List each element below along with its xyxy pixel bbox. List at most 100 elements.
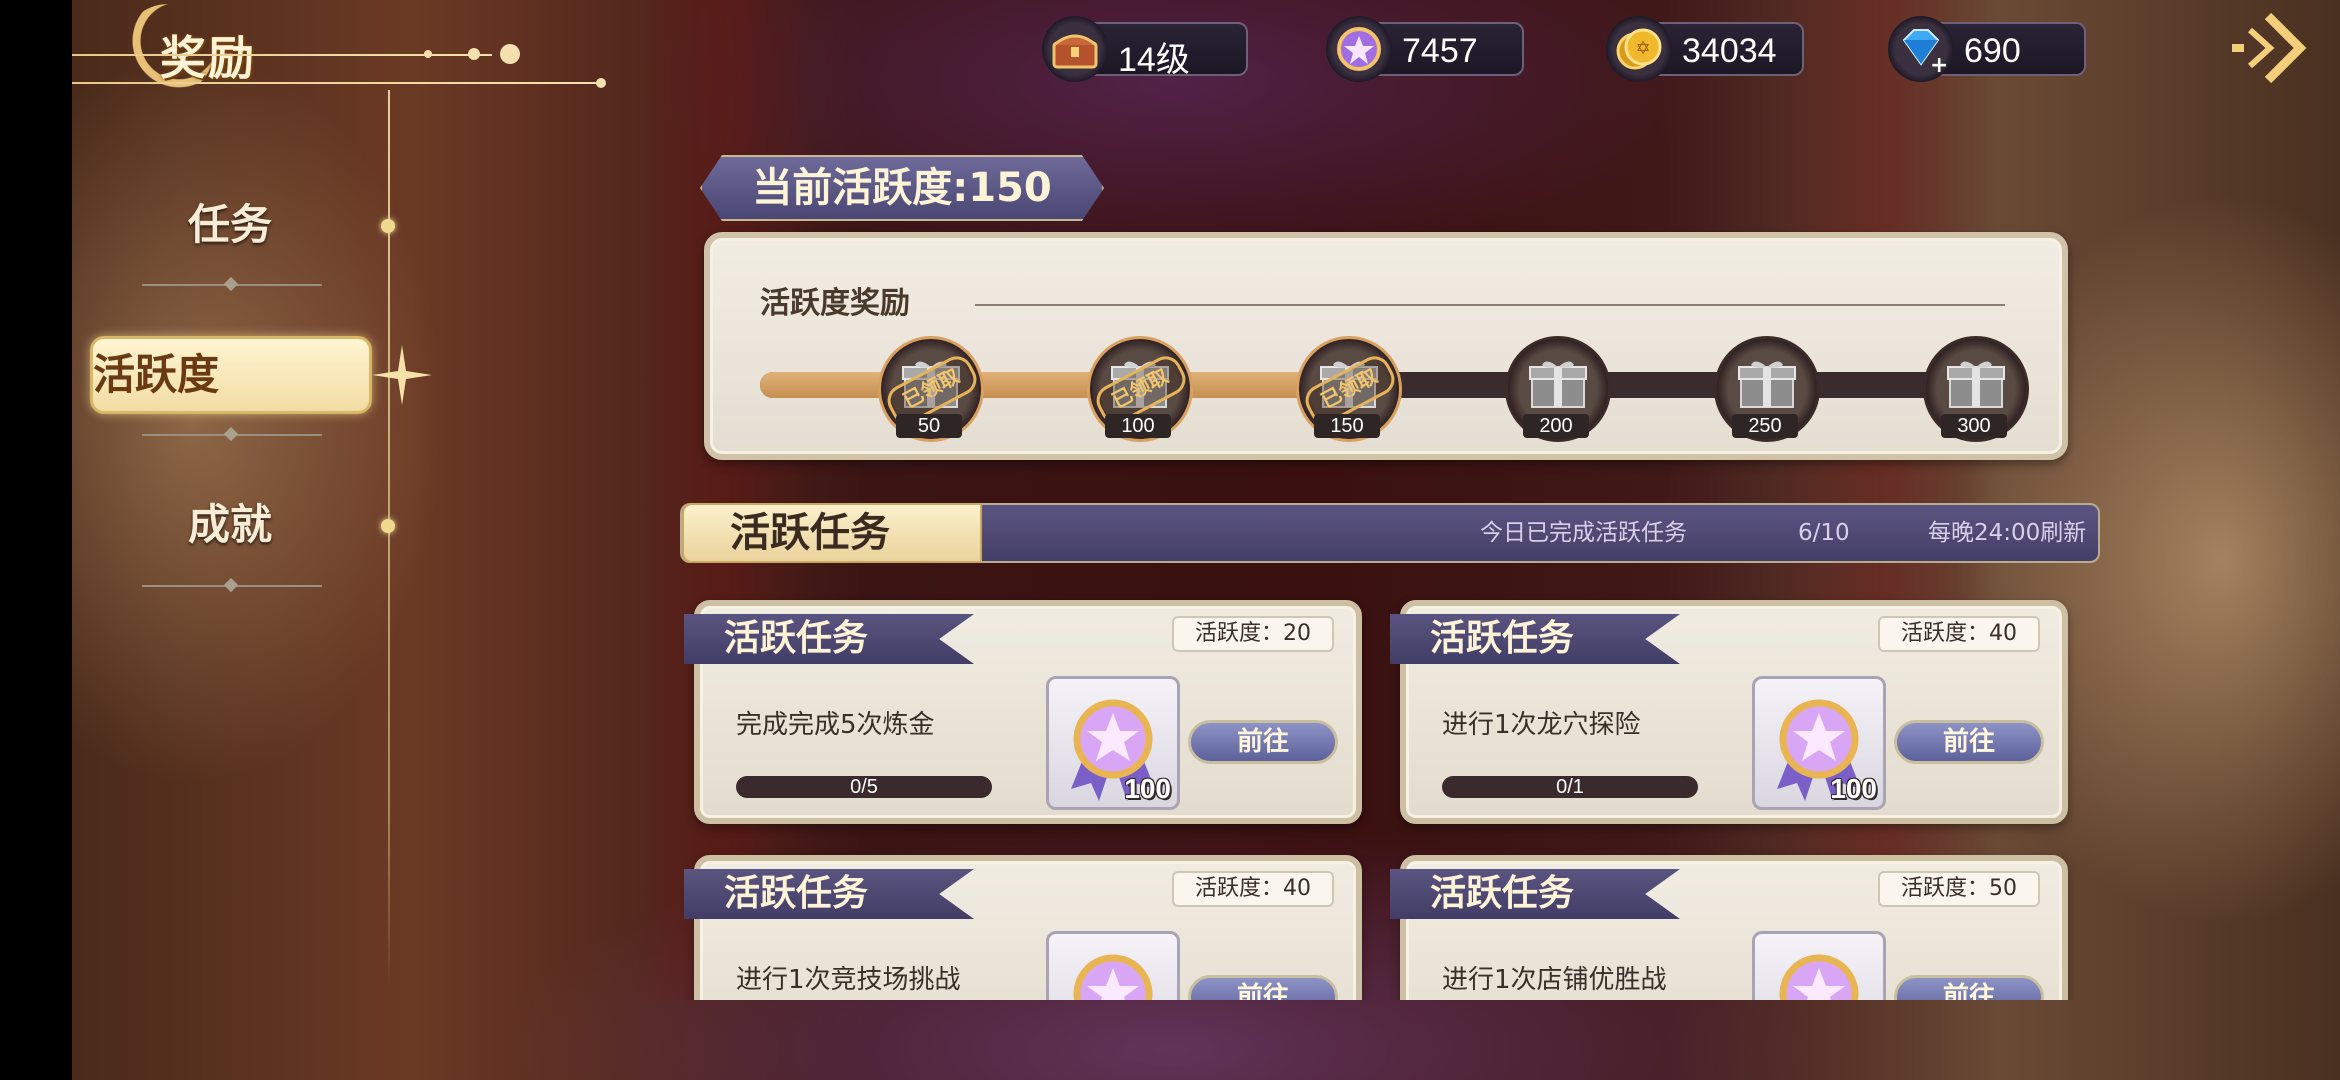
- activity-milestone[interactable]: 已领取 100: [1087, 336, 1193, 442]
- task-description: 完成完成5次炼金: [736, 710, 935, 740]
- milestone-value: 250: [1732, 414, 1798, 438]
- tab-tasks-label: 任务: [187, 200, 272, 249]
- tab-tasks[interactable]: 任务: [90, 190, 370, 260]
- double-chevron-right-icon[interactable]: [2230, 8, 2320, 88]
- activity-milestone[interactable]: 已领取 50: [878, 336, 984, 442]
- medal-currency-display: 7457: [1326, 16, 1524, 82]
- nav-separator-diamond: [223, 426, 239, 442]
- current-activity-label: 当前活跃度:150: [752, 165, 1052, 211]
- task-card-ribbon-label: 活跃任务: [1430, 873, 1575, 914]
- tab-achievements[interactable]: 成就: [90, 490, 370, 560]
- purple-star-medal-icon: [1073, 954, 1153, 1000]
- task-card: 活跃任务 活跃度：40 进行1次龙穴探险 0/1 100 前往: [1390, 600, 2068, 824]
- gold-coin-display: ✡ 34034: [1606, 16, 1804, 82]
- task-points-badge: 活跃度：50: [1878, 871, 2040, 907]
- level-value: 14级: [1118, 41, 1190, 79]
- purple-star-medal-icon: [1326, 16, 1392, 82]
- task-section-tab: 活跃任务: [682, 503, 982, 563]
- activity-milestone[interactable]: 已领取 150: [1296, 336, 1402, 442]
- task-card-ribbon: 活跃任务: [1390, 869, 1680, 919]
- task-reward-slot[interactable]: [1046, 931, 1180, 1000]
- deco-dot: [500, 44, 520, 64]
- task-reward-slot[interactable]: [1752, 931, 1886, 1000]
- gift-box-icon: [1947, 361, 2005, 408]
- diamond-value: 690: [1964, 32, 2021, 70]
- svg-text:+: +: [1930, 53, 1946, 74]
- purple-star-medal-icon: [1779, 954, 1859, 1000]
- medal-currency-value: 7457: [1402, 32, 1478, 70]
- game-screen: 奖励 14级 7457 ✡ 34034 + 690 任务 活跃度 成就 当前活跃…: [72, 0, 2340, 1080]
- milestone-value: 100: [1105, 414, 1171, 438]
- task-reward-slot[interactable]: 100: [1752, 676, 1886, 810]
- tab-activity-label: 活跃度: [93, 350, 220, 399]
- task-card: 活跃任务 活跃度：20 完成完成5次炼金 0/5 100 前往: [684, 600, 1362, 824]
- task-progress-bar: 0/1: [1442, 776, 1698, 798]
- deco-dot: [424, 50, 432, 58]
- task-points-badge: 活跃度：40: [1878, 616, 2040, 652]
- task-section-title: 活跃任务: [730, 510, 890, 556]
- deco-dot: [596, 78, 606, 88]
- activity-milestone[interactable]: 300: [1923, 336, 2029, 442]
- task-reward-slot[interactable]: 100: [1046, 676, 1180, 810]
- task-card-ribbon-label: 活跃任务: [724, 618, 869, 659]
- title-divider: [72, 82, 602, 84]
- curtain-decoration-left: [632, 0, 812, 1000]
- blue-diamond-icon: +: [1888, 16, 1954, 82]
- tab-activity[interactable]: 活跃度: [90, 336, 372, 414]
- gift-box-icon: [1529, 361, 1587, 408]
- sparkle-icon: [372, 345, 432, 405]
- gold-coin-icon: ✡: [1606, 16, 1672, 82]
- task-card-ribbon-label: 活跃任务: [724, 873, 869, 914]
- current-activity-banner: 当前活跃度:150: [700, 155, 1104, 221]
- nav-separator-diamond: [223, 276, 239, 292]
- gift-box-icon: [1738, 361, 1796, 408]
- activity-progress-fill: [760, 372, 1380, 398]
- completed-tasks-count: 6/10: [1798, 520, 1850, 546]
- activity-reward-panel: 活跃度奖励 已领取 50 已领取 100 已领取 150 200 250 300: [704, 232, 2068, 460]
- task-progress-bar: 0/5: [736, 776, 992, 798]
- task-reward-count: 100: [1830, 773, 1877, 804]
- gold-coin-value: 34034: [1682, 32, 1777, 70]
- milestone-value: 50: [896, 414, 962, 438]
- task-description: 进行1次店铺优胜战: [1442, 965, 1667, 995]
- nav-separator-diamond: [223, 577, 239, 593]
- milestone-value: 300: [1941, 414, 2007, 438]
- go-button[interactable]: 前往: [1894, 975, 2044, 1000]
- task-section-header: 活跃任务 今日已完成活跃任务 6/10 每晚24:00刷新: [680, 503, 2100, 563]
- task-card: 活跃任务 活跃度：40 进行1次竞技场挑战 前往: [684, 855, 1362, 1000]
- activity-milestone[interactable]: 250: [1714, 336, 1820, 442]
- task-progress-text: 0/5: [850, 776, 878, 798]
- refresh-time-label: 每晚24:00刷新: [1928, 520, 2087, 546]
- tab-achievements-label: 成就: [187, 500, 272, 549]
- deco-dot: [468, 48, 480, 60]
- reward-title-divider: [975, 304, 2005, 306]
- content-area: 奖励 14级 7457 ✡ 34034 + 690 任务 活跃度 成就 当前活跃…: [72, 0, 2340, 1000]
- milestone-value: 150: [1314, 414, 1380, 438]
- task-description: 进行1次龙穴探险: [1442, 710, 1641, 740]
- task-card-ribbon-label: 活跃任务: [1430, 618, 1575, 659]
- completed-tasks-label: 今日已完成活跃任务: [1480, 520, 1687, 546]
- activity-milestone[interactable]: 200: [1505, 336, 1611, 442]
- task-points-badge: 活跃度：20: [1172, 616, 1334, 652]
- task-card-ribbon: 活跃任务: [684, 614, 974, 664]
- task-card: 活跃任务 活跃度：50 进行1次店铺优胜战 前往: [1390, 855, 2068, 1000]
- go-button[interactable]: 前往: [1894, 720, 2044, 764]
- task-progress-text: 0/1: [1556, 776, 1584, 798]
- nav-dot: [381, 219, 395, 233]
- title-area: 奖励: [72, 0, 632, 120]
- diamond-display[interactable]: + 690: [1888, 16, 2086, 82]
- task-reward-count: 100: [1124, 773, 1171, 804]
- milestone-value: 200: [1523, 414, 1589, 438]
- level-display: 14级: [1042, 16, 1248, 82]
- curtain-decoration-right: [1772, 0, 1992, 1000]
- reward-panel-title: 活跃度奖励: [760, 286, 910, 321]
- treasure-chest-icon: [1042, 16, 1108, 82]
- task-points-badge: 活跃度：40: [1172, 871, 1334, 907]
- go-button[interactable]: 前往: [1188, 720, 1338, 764]
- task-description: 进行1次竞技场挑战: [736, 965, 961, 995]
- nav-dot: [381, 519, 395, 533]
- task-card-ribbon: 活跃任务: [684, 869, 974, 919]
- go-button[interactable]: 前往: [1188, 975, 1338, 1000]
- svg-text:✡: ✡: [1635, 38, 1650, 59]
- task-card-ribbon: 活跃任务: [1390, 614, 1680, 664]
